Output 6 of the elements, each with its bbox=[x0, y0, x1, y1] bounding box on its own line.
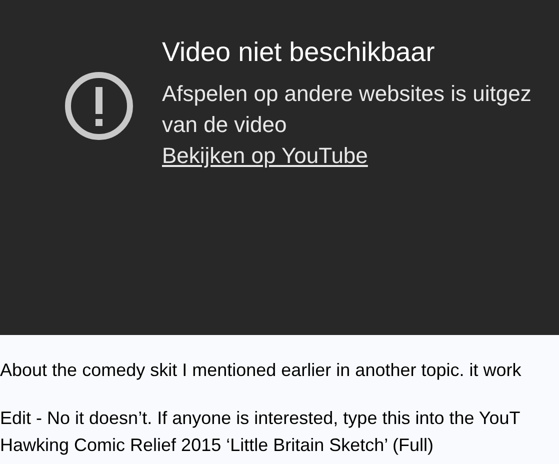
warning-icon bbox=[64, 71, 134, 141]
post-paragraph: Edit - No it doesn’t. If anyone is interested, type this into the YouT Hawking Comic Relief 2015 ‘Little Britain Sketch’ (Full) bbox=[0, 407, 520, 457]
unavailable-message: Afspelen op andere websites is uitgez van de video bbox=[162, 80, 532, 139]
youtube-link[interactable]: Bekijken op YouTube bbox=[162, 140, 368, 171]
post-paragraph: About the comedy skit I mentioned earlier in another topic. it work bbox=[0, 359, 522, 382]
video-title: Video niet beschikbaar bbox=[162, 36, 436, 69]
